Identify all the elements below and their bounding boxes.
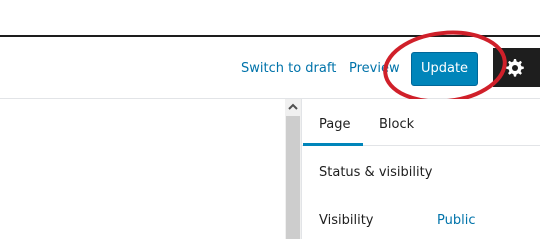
scrollbar[interactable] bbox=[285, 99, 301, 239]
top-bar bbox=[0, 0, 540, 37]
tab-page[interactable]: Page bbox=[319, 117, 350, 132]
active-tab-indicator bbox=[303, 143, 363, 146]
editor-screen: Switch to draft Preview Update Page Bloc… bbox=[0, 0, 540, 239]
update-button[interactable]: Update bbox=[411, 52, 478, 86]
settings-button[interactable] bbox=[493, 48, 540, 87]
visibility-value-button[interactable]: Public bbox=[437, 213, 475, 228]
preview-button[interactable]: Preview bbox=[349, 61, 400, 76]
settings-sidebar: Page Block Status & visibility Visibilit… bbox=[301, 99, 540, 239]
editor-canvas[interactable] bbox=[0, 99, 285, 239]
chevron-up-icon bbox=[288, 103, 298, 110]
tab-block[interactable]: Block bbox=[379, 117, 414, 132]
scrollbar-thumb[interactable] bbox=[286, 116, 300, 239]
status-visibility-panel-toggle[interactable]: Status & visibility bbox=[319, 165, 432, 180]
switch-to-draft-button[interactable]: Switch to draft bbox=[241, 61, 336, 76]
sidebar-tabs: Page Block bbox=[302, 99, 540, 146]
visibility-label: Visibility bbox=[319, 213, 374, 228]
gear-icon bbox=[506, 59, 524, 77]
scroll-up-button[interactable] bbox=[285, 99, 301, 115]
